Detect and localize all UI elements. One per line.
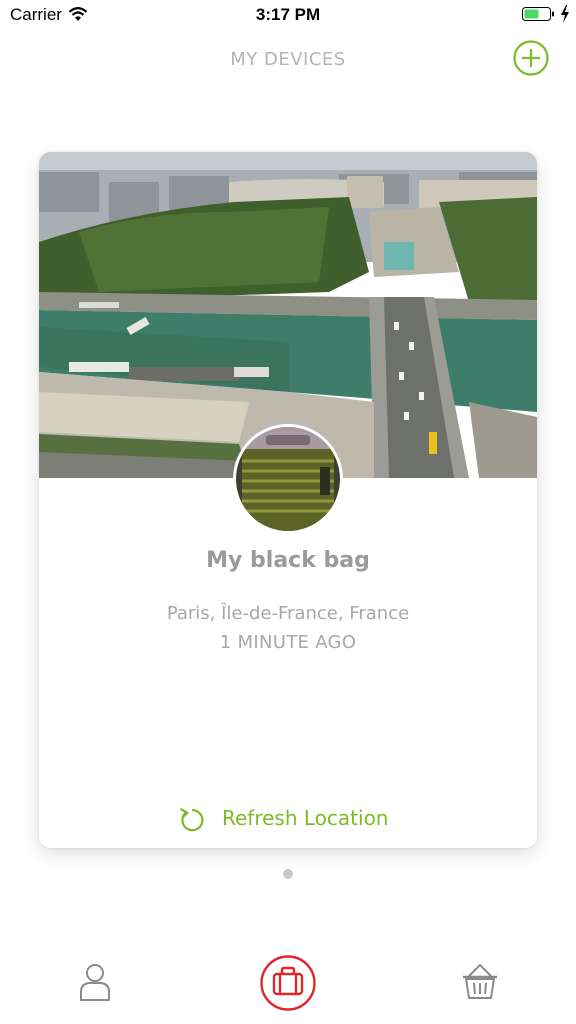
device-location: Paris, Île-de-France, France	[166, 603, 410, 624]
page-title: MY DEVICES	[230, 49, 346, 70]
battery-icon	[522, 7, 554, 21]
tab-bar	[0, 940, 576, 1024]
status-bar: Carrier 3:17 PM	[0, 0, 576, 30]
device-name: My black bag	[206, 548, 370, 573]
device-card[interactable]: My black bag Paris, Île-de-France, Franc…	[39, 152, 537, 848]
profile-icon[interactable]	[76, 962, 114, 1002]
suitcase-photo	[236, 427, 340, 531]
refresh-location-label: Refresh Location	[222, 806, 389, 830]
refresh-icon	[179, 808, 204, 832]
charging-bolt-icon	[561, 5, 569, 23]
navigation-bar: MY DEVICES	[0, 30, 576, 90]
last-updated: 1 MINUTE AGO	[219, 632, 357, 653]
suitcase-icon[interactable]	[259, 954, 317, 1012]
add-device-button[interactable]	[512, 39, 550, 77]
refresh-location-button[interactable]: Refresh Location	[169, 802, 409, 838]
status-time: 3:17 PM	[255, 5, 321, 24]
basket-icon[interactable]	[461, 962, 499, 1002]
device-avatar[interactable]	[233, 424, 343, 534]
page-indicator-dot[interactable]	[283, 869, 293, 879]
